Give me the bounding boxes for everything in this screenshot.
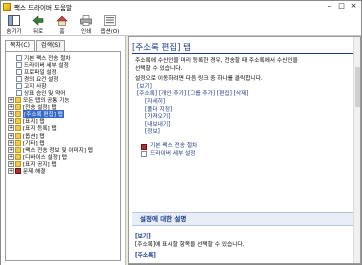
hide-icon xyxy=(8,14,20,26)
print-icon xyxy=(80,14,92,26)
title-divider xyxy=(132,53,358,54)
folder-icon xyxy=(15,160,21,167)
page-icon xyxy=(16,61,22,68)
section-item-text: [주소록]에 표시할 항목을 선택할 수 있습니다. xyxy=(135,242,245,248)
options-icon xyxy=(104,14,116,26)
section-header: 설정에 대한 설명 xyxy=(132,212,358,226)
minimize-icon[interactable]: – xyxy=(324,2,335,11)
folder-icon xyxy=(15,118,21,125)
expand-icon[interactable]: + xyxy=(8,132,14,139)
book-icon xyxy=(141,143,147,150)
expand-icon[interactable]: + xyxy=(8,125,14,132)
print-button[interactable]: 인쇄 xyxy=(75,12,97,36)
close-icon[interactable]: × xyxy=(348,2,359,11)
link-export[interactable]: [내보내기] xyxy=(135,122,355,130)
tree-item[interactable]: + 문제 해결 xyxy=(8,168,120,175)
expand-icon[interactable]: + xyxy=(8,139,14,146)
expand-icon[interactable]: + xyxy=(8,146,14,153)
folder-icon xyxy=(15,111,21,118)
expand-icon[interactable]: + xyxy=(8,153,14,160)
help-window: 팩스 드라이버 도움말 – □ × 숨기기 뒤로 홈 인쇄 옵션(O) 목차(C… xyxy=(0,0,362,265)
home-button[interactable]: 홈 xyxy=(51,12,73,36)
contents-tree[interactable]: 기본 팩스 전송 절차 드라이버 세부 설정 프로파일 설정 경의 요건 설정 … xyxy=(5,51,121,261)
page-icon xyxy=(16,82,22,89)
expand-icon[interactable]: + xyxy=(8,160,14,167)
page-icon xyxy=(16,54,22,61)
expand-icon[interactable]: + xyxy=(8,111,14,118)
folder-icon xyxy=(15,132,21,139)
back-icon xyxy=(32,14,44,26)
scroll-thumb[interactable] xyxy=(355,67,360,107)
folder-icon xyxy=(15,104,21,111)
intro-text: 설정으로 이동하려면 다음 링크 중 하나를 클릭합니다. xyxy=(135,76,263,83)
folder-icon xyxy=(15,139,21,146)
page-icon xyxy=(16,90,22,97)
intro-text: 선택할 수 있습니다. xyxy=(135,65,183,72)
navigation-pane: 목차(C) 검색(S) 기본 팩스 전송 절차 드라이버 세부 설정 프로파일 … xyxy=(1,36,125,265)
content-pane: [주소록 편집] 탭 주소록에 수신인을 미리 등록한 경우, 전송할 때 주소… xyxy=(128,36,361,264)
intro-text: 주소록에 수신인을 미리 등록한 경우, 전송할 때 주소록에서 수신인을 xyxy=(135,58,298,64)
options-button[interactable]: 옵션(O) xyxy=(99,12,121,36)
related-link[interactable]: 기본 팩스 전송 절차 xyxy=(135,143,355,151)
window-controls: – □ × xyxy=(324,2,359,11)
page-icon xyxy=(16,68,22,75)
section-next-title: [주소록] xyxy=(135,253,156,259)
folder-icon xyxy=(15,153,21,160)
related-link[interactable]: 드라이버 세부 설정 xyxy=(135,151,355,159)
link-info[interactable]: [정보] xyxy=(135,129,355,137)
page-title: [주소록 편집] 탭 xyxy=(132,43,191,53)
page-icon xyxy=(141,151,147,158)
vertical-scrollbar[interactable] xyxy=(353,37,360,263)
link-details[interactable]: [자세히] xyxy=(135,99,355,107)
nav-tabs: 목차(C) 검색(S) xyxy=(5,40,66,52)
section-body: [보기] [주소록]에 표시할 항목을 선택할 수 있습니다. [주소록] xyxy=(135,233,355,260)
section-item-title: [보기] xyxy=(135,234,151,240)
expand-icon[interactable]: + xyxy=(8,118,14,125)
page-icon xyxy=(16,75,22,82)
folder-icon xyxy=(15,125,21,132)
link-import[interactable]: [가져오기] xyxy=(135,114,355,122)
home-icon xyxy=(56,14,68,26)
toolbar: 숨기기 뒤로 홈 인쇄 옵션(O) xyxy=(1,12,361,36)
folder-icon xyxy=(15,97,21,104)
link-address-book[interactable]: [주소록] [개인 추가] [그룹 추가] [편집] [삭제] xyxy=(135,91,355,99)
back-button[interactable]: 뒤로 xyxy=(27,12,49,36)
hide-button[interactable]: 숨기기 xyxy=(3,12,25,36)
expand-icon[interactable]: + xyxy=(8,168,14,175)
maximize-icon[interactable]: □ xyxy=(336,2,347,11)
window-title: 팩스 드라이버 도움말 xyxy=(14,3,72,12)
help-app-icon xyxy=(3,2,11,11)
expand-icon[interactable]: + xyxy=(8,97,14,104)
content-body: 주소록에 수신인을 미리 등록한 경우, 전송할 때 주소록에서 수신인을 선택… xyxy=(135,58,355,158)
title-bar: 팩스 드라이버 도움말 – □ × xyxy=(1,1,361,12)
folder-icon xyxy=(15,146,21,153)
book-icon xyxy=(15,168,21,175)
tab-search[interactable]: 검색(S) xyxy=(35,40,66,51)
expand-icon[interactable]: + xyxy=(8,104,14,111)
